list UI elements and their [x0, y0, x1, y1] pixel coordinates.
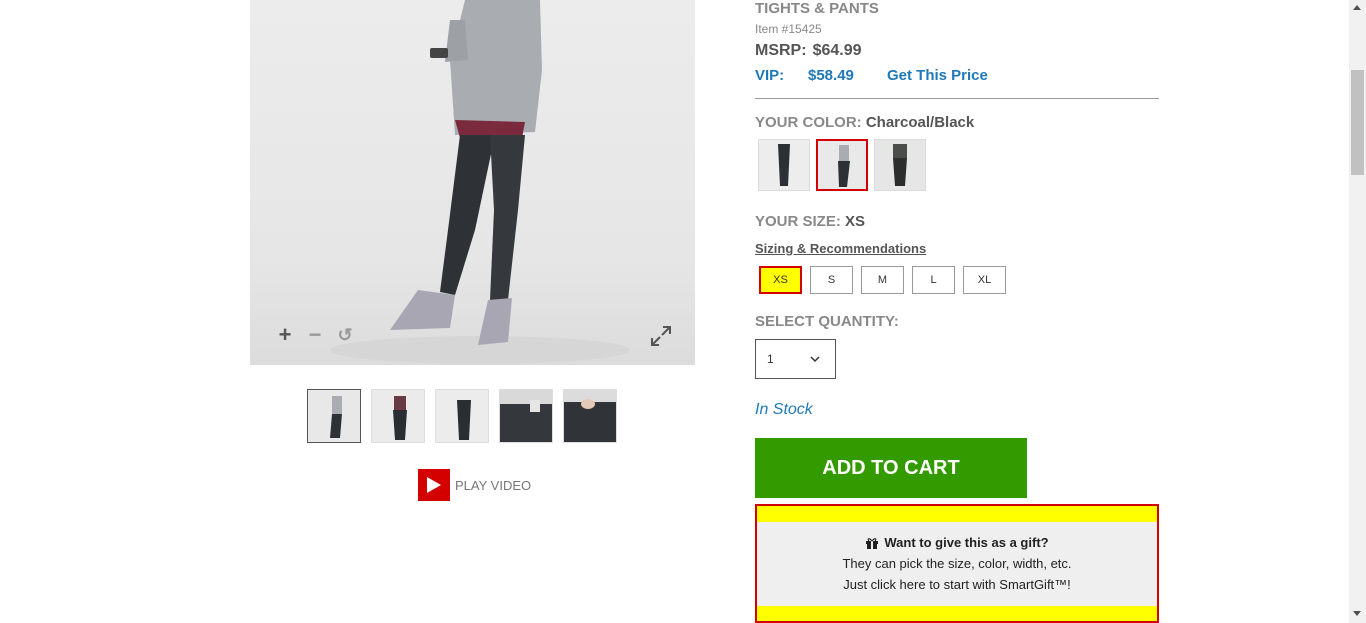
get-this-price-link[interactable]: Get This Price [887, 67, 988, 84]
divider [755, 98, 1159, 99]
selected-color-value: Charcoal/Black [865, 114, 975, 131]
selected-size-value: XS [845, 213, 866, 230]
quantity-select[interactable]: 1 [755, 339, 836, 379]
fullscreen-expand-icon[interactable] [649, 324, 673, 348]
vip-label: VIP: [755, 67, 785, 84]
size-option-xl[interactable]: XL [963, 266, 1006, 294]
thumbnail-3[interactable] [435, 389, 489, 443]
vip-price: VIP: $58.49 Get This Price [755, 67, 988, 84]
stock-status: In Stock [755, 401, 813, 418]
size-label-text: YOUR SIZE: [755, 213, 841, 230]
color-label: YOUR COLOR: Charcoal/Black [755, 114, 974, 131]
msrp-value: $64.99 [812, 42, 862, 59]
size-option-l[interactable]: L [912, 266, 955, 294]
reset-zoom-icon[interactable]: ↺ [334, 324, 356, 346]
vertical-scrollbar[interactable] [1349, 0, 1366, 623]
color-swatch-3[interactable] [874, 139, 926, 191]
add-to-cart-button[interactable]: ADD TO CART [755, 438, 1027, 498]
color-swatch-2[interactable] [816, 139, 868, 191]
thumbnail-strip [307, 389, 617, 443]
vip-value: $58.49 [808, 67, 854, 84]
msrp-label: MSRP: [755, 42, 807, 59]
play-video-label: PLAY VIDEO [455, 477, 532, 493]
chevron-down-icon [810, 356, 820, 363]
scroll-up-arrow-icon[interactable] [1353, 5, 1361, 10]
size-options: XS S M L XL [759, 266, 1006, 294]
gift-title: Want to give this as a gift? [757, 535, 1157, 550]
scrollbar-thumb[interactable] [1351, 70, 1364, 175]
color-swatches [758, 139, 926, 191]
gift-title-text: Want to give this as a gift? [884, 535, 1049, 550]
quantity-value: 1 [767, 352, 774, 366]
gift-line-1: They can pick the size, color, width, et… [842, 556, 1072, 571]
thumbnail-2[interactable] [371, 389, 425, 443]
smartgift-content: Want to give this as a gift? They can pi… [757, 522, 1157, 606]
thumbnail-1[interactable] [307, 389, 361, 443]
size-label: YOUR SIZE: XS [755, 213, 865, 230]
color-label-text: YOUR COLOR: [755, 114, 862, 131]
gift-line-2: Just click here to start with SmartGift™… [843, 577, 1071, 592]
sizing-recommendations-link[interactable]: Sizing & Recommendations [755, 241, 926, 256]
product-category: TIGHTS & PANTS [755, 0, 879, 17]
zoom-out-icon[interactable]: − [304, 322, 326, 347]
smartgift-banner[interactable]: Want to give this as a gift? They can pi… [755, 504, 1159, 623]
model-illustration [330, 0, 630, 364]
msrp-price: MSRP: $64.99 [755, 42, 862, 60]
product-main-image[interactable] [250, 0, 695, 365]
quantity-label: SELECT QUANTITY: [755, 313, 899, 330]
size-option-xs[interactable]: XS [759, 266, 802, 294]
scroll-down-arrow-icon[interactable] [1353, 611, 1361, 616]
thumbnail-5[interactable] [563, 389, 617, 443]
zoom-in-icon[interactable]: + [274, 322, 296, 347]
play-icon [418, 469, 450, 501]
zoom-controls: + − ↺ [274, 322, 356, 347]
size-option-s[interactable]: S [810, 266, 853, 294]
thumbnail-4[interactable] [499, 389, 553, 443]
gift-icon [866, 537, 879, 549]
color-swatch-1[interactable] [758, 139, 810, 191]
item-number: Item #15425 [755, 22, 822, 36]
play-video-button[interactable]: PLAY VIDEO [418, 469, 531, 501]
size-option-m[interactable]: M [861, 266, 904, 294]
